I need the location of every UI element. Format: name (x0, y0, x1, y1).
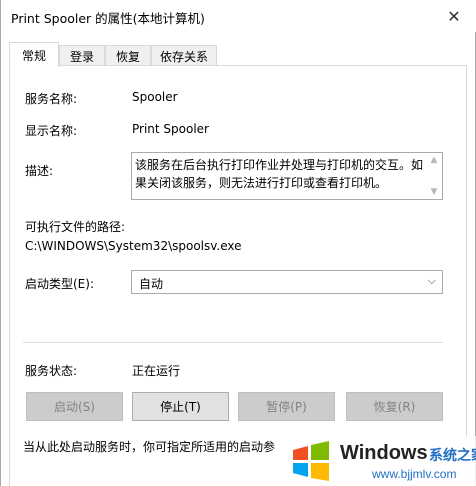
tab-dependencies[interactable]: 依存关系 (151, 45, 217, 66)
watermark-url: www.bjjmlv.com (372, 467, 457, 481)
start-button[interactable]: 启动(S) (26, 392, 123, 421)
close-button[interactable]: ✕ (431, 0, 476, 32)
stop-button[interactable]: 停止(T) (132, 392, 229, 421)
properties-dialog: Print Spooler 的属性(本地计算机) ✕ 常规 登录 恢复 依存关系… (0, 0, 476, 486)
resume-button-label: 恢复(R) (373, 400, 416, 414)
watermark-brand: Windows (340, 442, 428, 464)
chevron-down-icon: ⌵ (427, 274, 436, 287)
divider (23, 342, 443, 343)
tab-general-label: 常规 (21, 48, 46, 63)
startup-type-label: 启动类型(E): (25, 277, 94, 291)
tab-logon-label: 登录 (69, 49, 94, 64)
tab-general[interactable]: 常规 (9, 42, 59, 67)
description-textbox[interactable]: 该服务在后台执行打印作业并处理与打印机的交互。如果关闭该服务，则无法进行打印或查… (131, 152, 443, 200)
service-name-value[interactable]: Spooler (132, 90, 178, 104)
service-name-label: 服务名称: (25, 92, 78, 106)
description-scrollbar[interactable]: ▲ ▼ (426, 153, 442, 199)
start-button-label: 启动(S) (54, 400, 95, 414)
close-icon: ✕ (447, 6, 461, 26)
service-status-value: 正在运行 (132, 364, 181, 378)
service-status-label: 服务状态: (25, 364, 78, 378)
watermark-cn: 系统之家 (429, 448, 476, 464)
start-params-hint: 当从此处启动服务时，你可指定所适用的启动参 (23, 440, 276, 454)
display-name-value[interactable]: Print Spooler (132, 122, 209, 136)
title-bar[interactable]: Print Spooler 的属性(本地计算机) ✕ (1, 0, 476, 32)
pause-button[interactable]: 暂停(P) (238, 392, 335, 421)
description-text: 该服务在后台执行打印作业并处理与打印机的交互。如果关闭该服务，则无法进行打印或查… (135, 158, 424, 190)
watermark: Windows 系统之家 www.bjjmlv.com (284, 436, 476, 486)
exec-path-value[interactable]: C:\WINDOWS\System32\spoolsv.exe (25, 239, 242, 253)
description-label: 描述: (25, 164, 54, 178)
tab-dependencies-label: 依存关系 (159, 49, 208, 64)
pause-button-label: 暂停(P) (266, 400, 307, 414)
tab-recovery[interactable]: 恢复 (105, 45, 151, 66)
windows-logo-icon (293, 441, 329, 481)
window-title: Print Spooler 的属性(本地计算机) (11, 11, 205, 26)
resume-button[interactable]: 恢复(R) (346, 392, 443, 421)
tab-logon[interactable]: 登录 (59, 45, 105, 66)
stop-button-label: 停止(T) (160, 400, 201, 414)
display-name-label: 显示名称: (25, 124, 78, 138)
tab-recovery-label: 恢复 (115, 49, 140, 64)
scroll-up-icon[interactable]: ▲ (429, 155, 439, 165)
startup-type-value: 自动 (139, 277, 164, 291)
exec-path-label: 可执行文件的路径: (25, 220, 126, 234)
startup-type-select[interactable]: 自动 ⌵ (131, 270, 443, 294)
scroll-down-icon[interactable]: ▼ (429, 187, 439, 197)
